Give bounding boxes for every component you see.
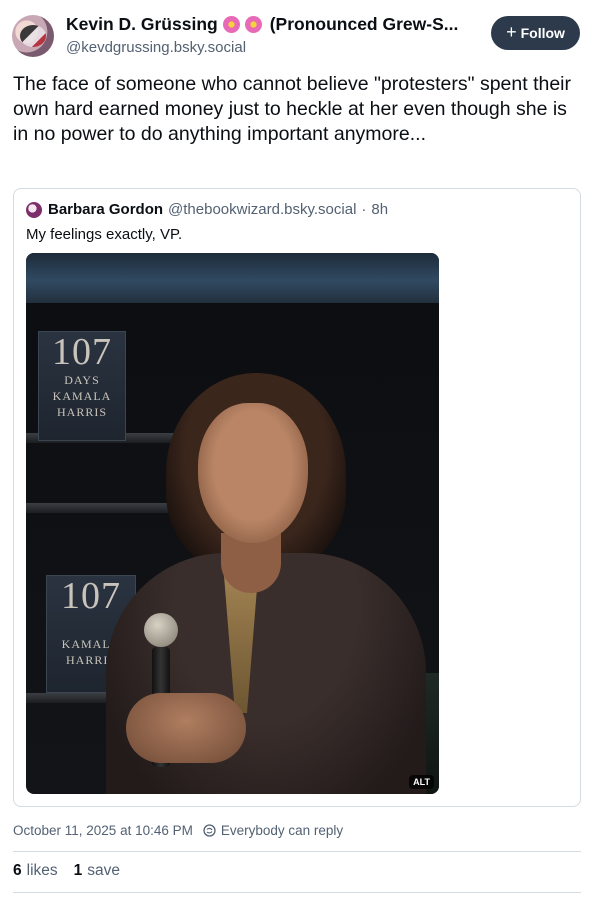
saves-count[interactable]: 1 [74,862,83,880]
divider [13,851,581,852]
author-name-line[interactable]: Kevin D. Grüssing (Pronounced Grew-S... [66,14,486,35]
reply-setting[interactable]: Everybody can reply [221,823,343,838]
book-cover: 107 DAYS KAMALA HARRIS [38,331,126,441]
quoted-post[interactable]: Barbara Gordon @thebookwizard.bsky.socia… [13,188,581,807]
quoted-post-age: 8h [371,201,389,218]
saves-label[interactable]: save [87,862,120,880]
divider [13,892,581,893]
plus-icon: + [506,22,517,42]
meta-separator: · [361,201,367,218]
quoted-author-avatar [26,201,42,218]
likes-count[interactable]: 6 [13,862,22,880]
author-pronunciation: (Pronounced Grew-S... [269,14,459,34]
quoted-post-text: My feelings exactly, VP. [26,226,183,243]
follow-button[interactable]: + Follow [491,16,580,50]
quoted-author-handle: @thebookwizard.bsky.social [168,201,357,218]
book-subtitle: DAYS [64,373,100,387]
post-stats: 6 likes 1 save [13,862,136,880]
follow-label: Follow [520,25,565,41]
quoted-post-header: Barbara Gordon @thebookwizard.bsky.socia… [26,201,388,218]
author-avatar[interactable] [12,15,54,57]
alt-text-button[interactable]: ALT [409,775,434,789]
post-text: The face of someone who cannot believe "… [13,73,571,145]
stage-ceiling [26,253,439,303]
flower-emoji-icon [244,16,262,33]
book-author-first: KAMALA [52,389,112,403]
book-author-last: HARRIS [56,405,107,419]
person-hands [126,693,246,763]
quoted-post-image[interactable]: 107 DAYS KAMALA HARRIS 107 KAMALA HARRIS… [26,253,439,794]
book-number: 107 [61,575,121,617]
flower-emoji-icon [222,16,240,33]
author-display-name[interactable]: Kevin D. Grüssing [66,14,218,35]
book-number: 107 [52,331,112,373]
post-timestamp[interactable]: October 11, 2025 at 10:46 PM [13,823,193,838]
quoted-author-name: Barbara Gordon [48,201,164,218]
author-info: Kevin D. Grüssing (Pronounced Grew-S... … [66,14,486,56]
post-header: Kevin D. Grüssing (Pronounced Grew-S... … [12,14,580,60]
likes-label[interactable]: likes [27,862,58,880]
globe-icon [203,824,216,837]
person-face [198,403,308,543]
post-meta: October 11, 2025 at 10:46 PM Everybody c… [13,823,343,838]
author-handle[interactable]: @kevdgrussing.bsky.social [66,39,486,56]
